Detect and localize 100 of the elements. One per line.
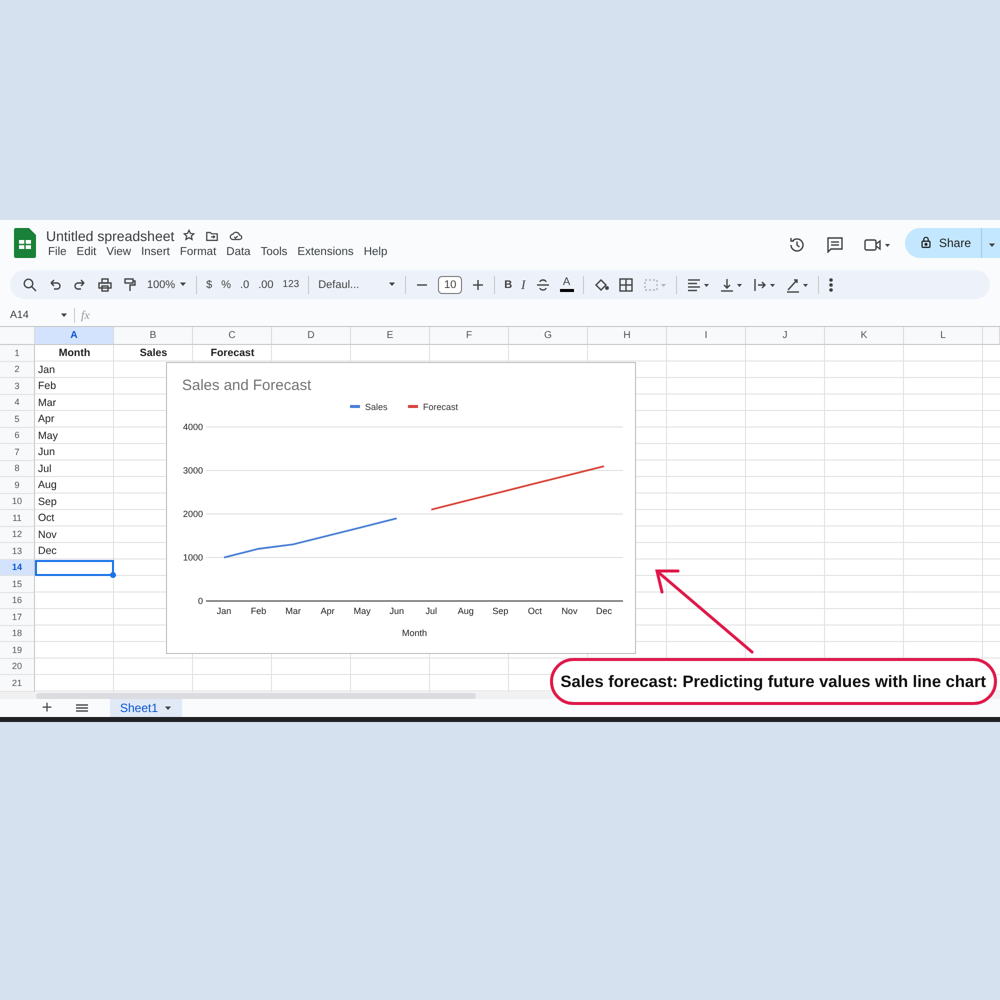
- star-icon[interactable]: [182, 229, 196, 244]
- menu-item[interactable]: Insert: [141, 246, 170, 258]
- row-header[interactable]: 12: [0, 526, 35, 544]
- vertical-align-icon[interactable]: [718, 276, 743, 292]
- row-header[interactable]: 10: [0, 494, 35, 510]
- table-cell-text: Aug: [37, 478, 58, 494]
- scrollbar[interactable]: [36, 692, 476, 699]
- text-rotation-icon[interactable]: [784, 276, 809, 292]
- row-header[interactable]: 7: [0, 444, 35, 461]
- increase-decimals-button[interactable]: .00: [258, 278, 274, 290]
- x-axis-label: Feb: [250, 606, 266, 616]
- paint-bucket-icon[interactable]: [592, 276, 609, 292]
- more-icon[interactable]: [828, 276, 834, 292]
- row-header[interactable]: 13: [0, 543, 35, 560]
- caret-icon[interactable]: [988, 242, 996, 248]
- row-header[interactable]: 14: [0, 560, 35, 576]
- table-cell-text: Apr: [37, 412, 56, 428]
- column-header[interactable]: L: [904, 327, 983, 346]
- menu-item[interactable]: Data: [226, 246, 251, 258]
- row-header[interactable]: 16: [0, 592, 35, 610]
- x-axis-label: Jul: [426, 606, 438, 616]
- x-axis-label: Jan: [216, 606, 232, 616]
- row-header[interactable]: 15: [0, 576, 35, 593]
- row-header[interactable]: 3: [0, 378, 35, 395]
- column-header[interactable]: I: [667, 327, 746, 346]
- menu-item[interactable]: Edit: [76, 246, 96, 258]
- y-axis-label: 4000: [182, 422, 203, 432]
- zoom-dropdown[interactable]: 100%: [147, 278, 188, 290]
- menu-item[interactable]: Tools: [260, 246, 288, 258]
- x-axis-label: Aug: [458, 606, 474, 616]
- row-header[interactable]: 9: [0, 477, 35, 494]
- x-axis-title: Month: [402, 628, 427, 638]
- fill-handle[interactable]: [110, 572, 116, 578]
- menu-item[interactable]: View: [106, 246, 132, 258]
- column-header[interactable]: A: [35, 327, 114, 346]
- chart-title: Sales and Forecast: [182, 377, 312, 394]
- font-dropdown[interactable]: Defaul...: [318, 278, 396, 290]
- share-button[interactable]: Share: [904, 228, 1000, 258]
- printer-icon[interactable]: [97, 276, 113, 292]
- text-wrap-icon[interactable]: [752, 276, 776, 292]
- text-color-button[interactable]: A: [560, 277, 574, 292]
- name-box[interactable]: A14: [10, 309, 68, 322]
- menu-item[interactable]: File: [48, 246, 67, 258]
- row-header[interactable]: 2: [0, 362, 35, 378]
- column-header[interactable]: B: [114, 327, 193, 346]
- x-axis-label: Dec: [596, 606, 612, 616]
- x-axis-label: Apr: [320, 606, 335, 616]
- table-cell-text: Forecast: [210, 346, 256, 362]
- number-format-button[interactable]: 123: [282, 279, 300, 290]
- y-axis-label: 3000: [182, 466, 203, 476]
- folder-icon[interactable]: [204, 229, 220, 244]
- currency-button[interactable]: $: [206, 278, 212, 290]
- selected-cell[interactable]: [35, 560, 114, 576]
- x-axis-label: Jun: [389, 606, 404, 616]
- caret-icon: [60, 313, 68, 318]
- column-header[interactable]: E: [351, 327, 430, 346]
- formula-label: fx: [74, 308, 90, 323]
- table-cell-text: May: [37, 428, 59, 444]
- percent-button[interactable]: %: [221, 278, 232, 290]
- column-header[interactable]: F: [430, 327, 509, 346]
- menu-item[interactable]: Help: [364, 246, 388, 258]
- table-cell-text: Jul: [37, 462, 52, 477]
- decrease-decimals-button[interactable]: .0: [240, 278, 250, 290]
- document-title[interactable]: Untitled spreadsheet: [46, 228, 174, 244]
- column-header[interactable]: D: [272, 327, 351, 346]
- column-header[interactable]: H: [588, 327, 667, 346]
- row-header[interactable]: 11: [0, 510, 35, 527]
- paint-roller-icon[interactable]: [122, 276, 138, 292]
- x-axis-label: Mar: [285, 606, 301, 616]
- y-axis-label: 0: [198, 596, 203, 606]
- table-cell-text: Oct: [37, 511, 56, 526]
- column-header[interactable]: C: [193, 327, 272, 346]
- row-header[interactable]: 18: [0, 626, 35, 642]
- borders-icon[interactable]: [618, 276, 634, 292]
- column-header[interactable]: K: [825, 327, 904, 346]
- table-cell-text: Feb: [37, 379, 58, 394]
- row-header[interactable]: 4: [0, 394, 35, 412]
- row-header[interactable]: 8: [0, 460, 35, 478]
- font-size-field[interactable]: 10: [438, 276, 462, 294]
- menu-item[interactable]: Extensions: [297, 246, 354, 258]
- menu-item[interactable]: Format: [180, 246, 216, 258]
- sheets-logo-icon[interactable]: [14, 228, 36, 258]
- row-header[interactable]: 6: [0, 428, 35, 444]
- row-header[interactable]: 20: [0, 658, 35, 676]
- strikethrough-icon[interactable]: [534, 276, 551, 292]
- row-header[interactable]: 1: [0, 345, 35, 362]
- row-header[interactable]: 17: [0, 609, 35, 626]
- align-left-icon[interactable]: [686, 276, 710, 292]
- sheet-tab[interactable]: Sheet1: [110, 699, 182, 718]
- caret-icon: [164, 706, 172, 710]
- column-header[interactable]: J: [746, 327, 825, 346]
- table-cell-text: Sep: [37, 494, 58, 510]
- caret-icon: [388, 282, 396, 287]
- bold-button[interactable]: B: [504, 278, 512, 290]
- column-header[interactable]: G: [509, 327, 588, 346]
- row-header[interactable]: 21: [0, 675, 35, 692]
- italic-button[interactable]: I: [521, 276, 526, 292]
- row-header[interactable]: 5: [0, 411, 35, 428]
- row-header[interactable]: 19: [0, 642, 35, 659]
- search-icon[interactable]: [22, 276, 38, 292]
